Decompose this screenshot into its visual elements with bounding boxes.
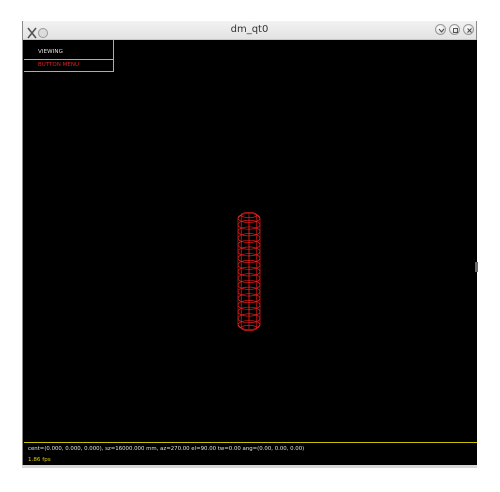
close-icon bbox=[467, 28, 472, 33]
fps-counter: 1.86 fps bbox=[28, 457, 51, 463]
window-title: dm_qt0 bbox=[230, 24, 269, 35]
3d-viewport[interactable]: VIEWING BUTTON MENU bbox=[24, 40, 478, 443]
minimize-button[interactable] bbox=[435, 24, 446, 35]
wireframe-model bbox=[237, 212, 261, 331]
restore-button[interactable] bbox=[449, 24, 460, 35]
restore-icon bbox=[453, 28, 458, 33]
title-bar[interactable]: dm_qt0 bbox=[23, 21, 476, 40]
resize-handle[interactable] bbox=[475, 262, 478, 272]
chevron-down-icon bbox=[438, 28, 445, 33]
close-button[interactable] bbox=[463, 24, 474, 35]
window-bottom-edge bbox=[22, 465, 477, 468]
view-parameters-text: cent=(0.000, 0.000, 0.000), sz=16000.000… bbox=[28, 446, 305, 452]
app-window: dm_qt0 VIEWING BUTTON MENU cent=(0.000, … bbox=[22, 21, 478, 468]
